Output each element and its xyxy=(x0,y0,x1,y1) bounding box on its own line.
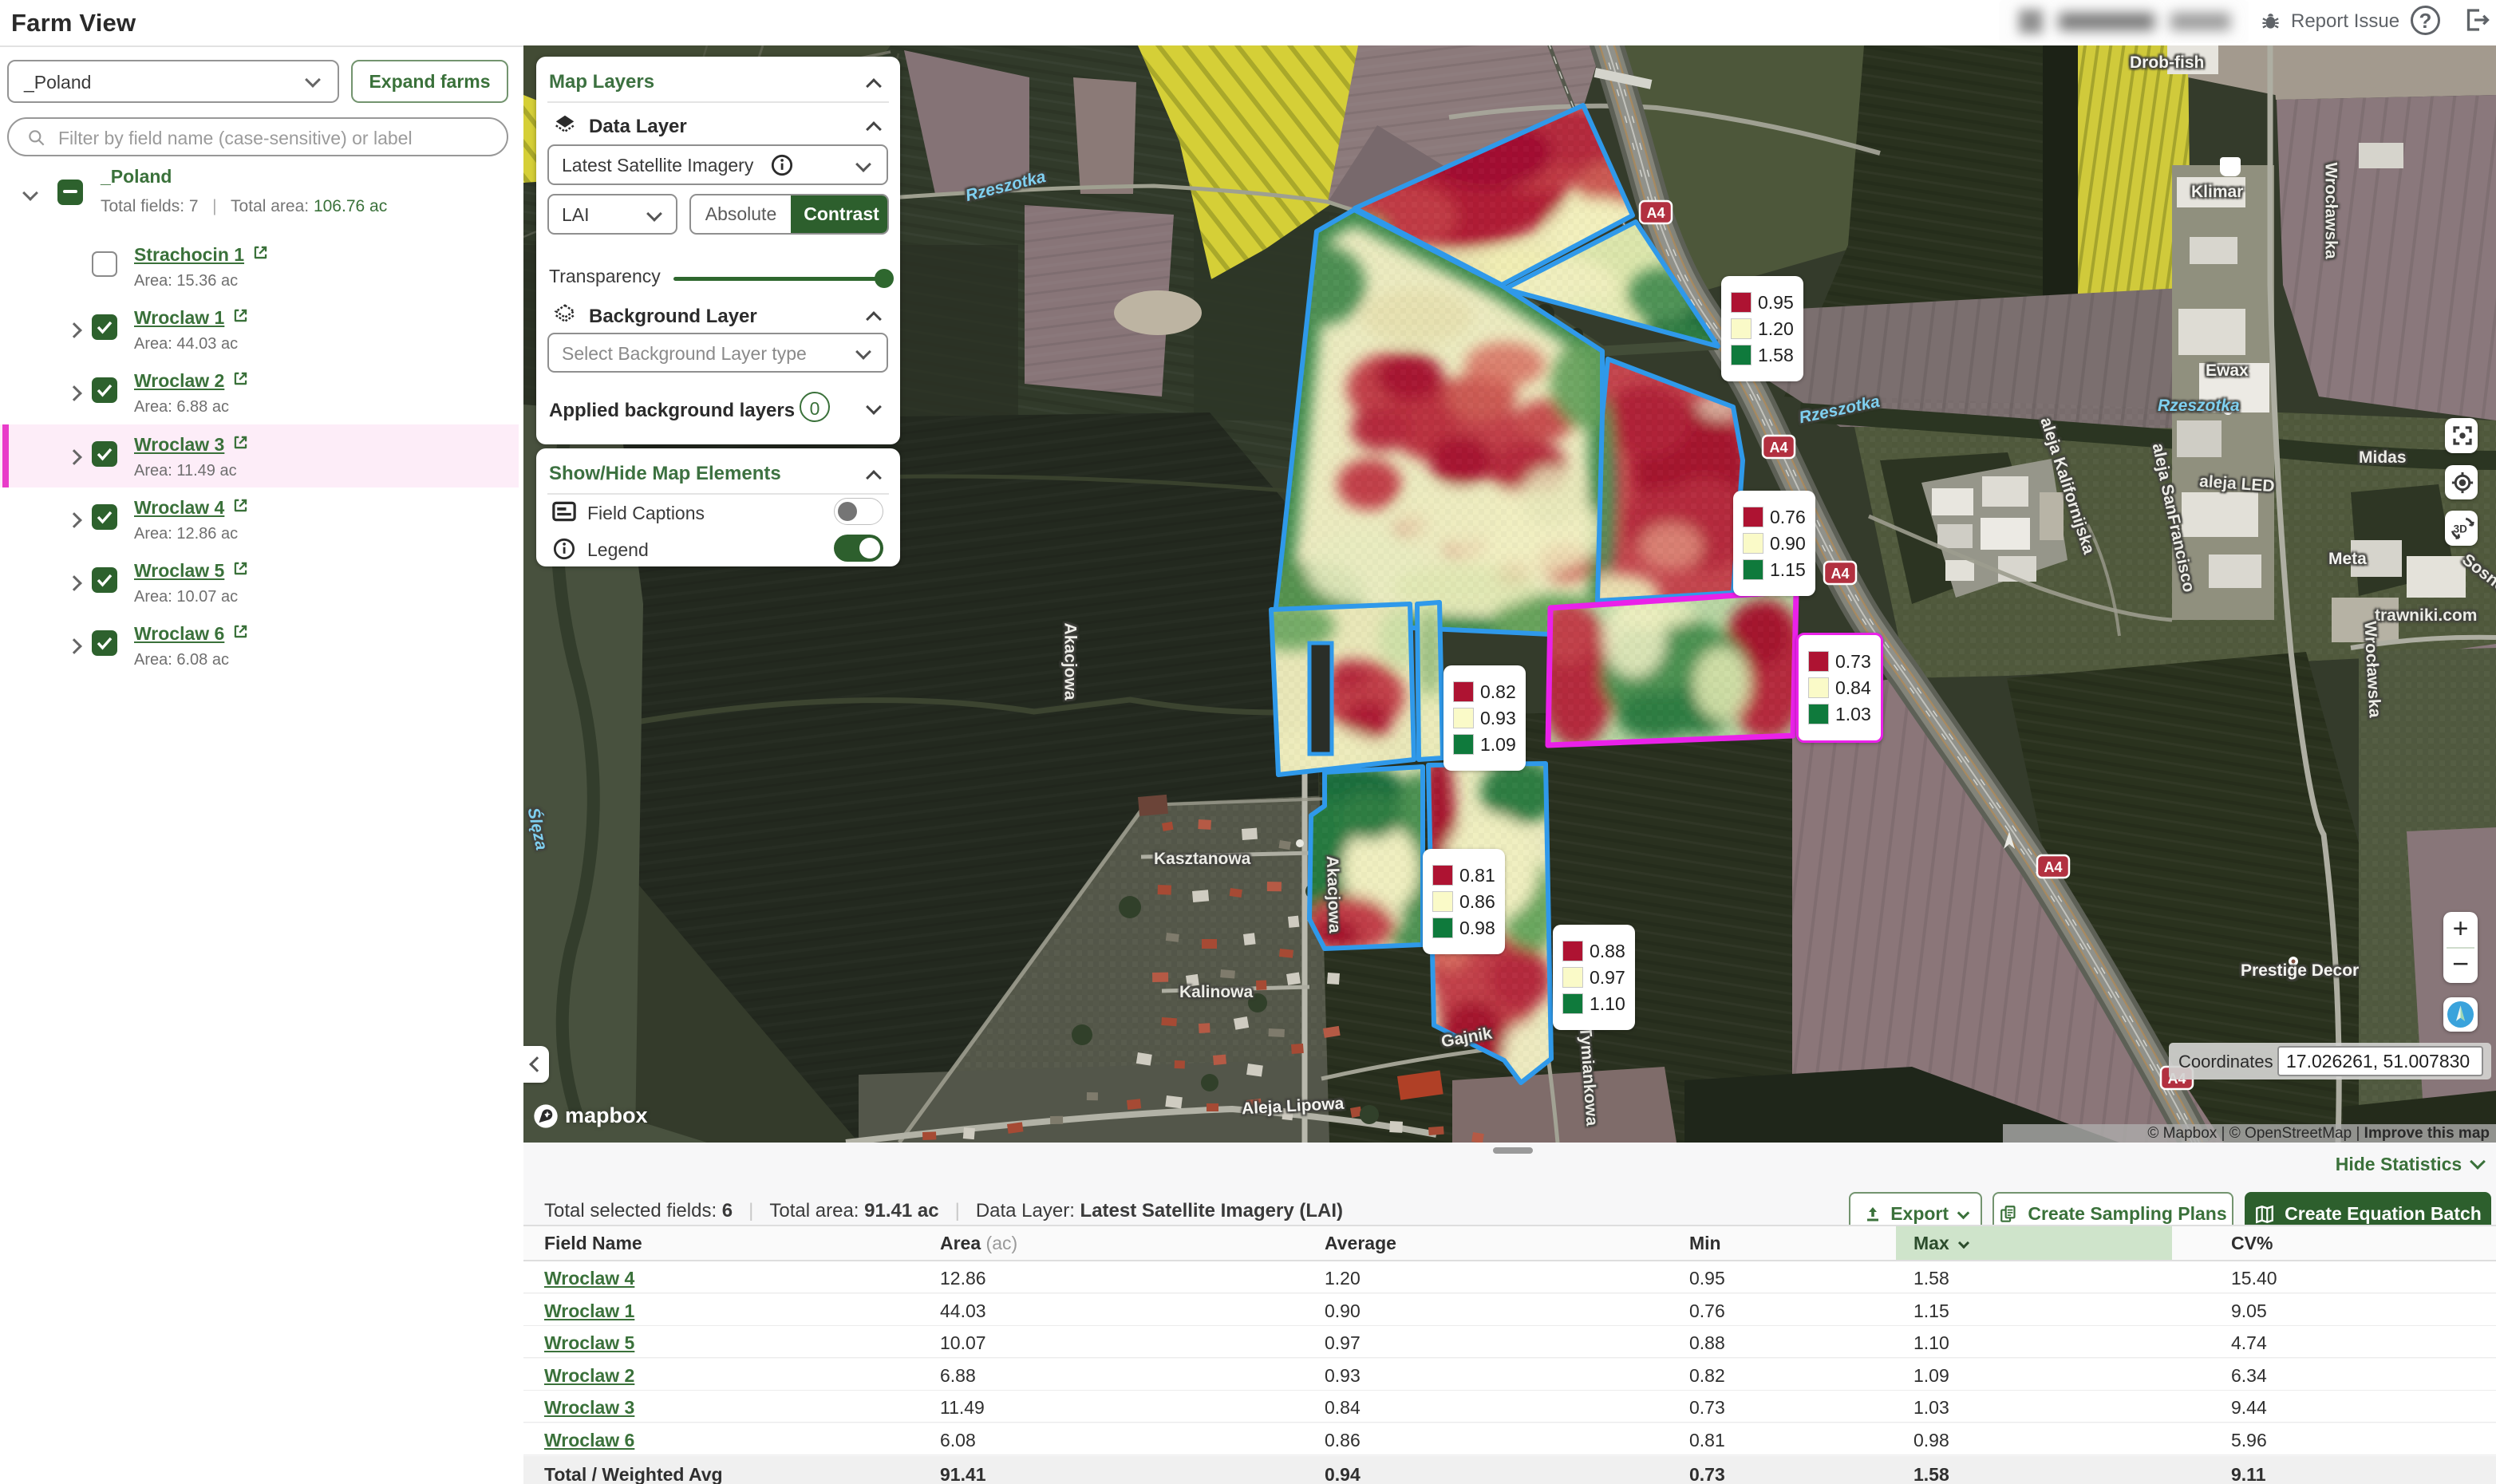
svg-text:3D: 3D xyxy=(2454,523,2467,535)
